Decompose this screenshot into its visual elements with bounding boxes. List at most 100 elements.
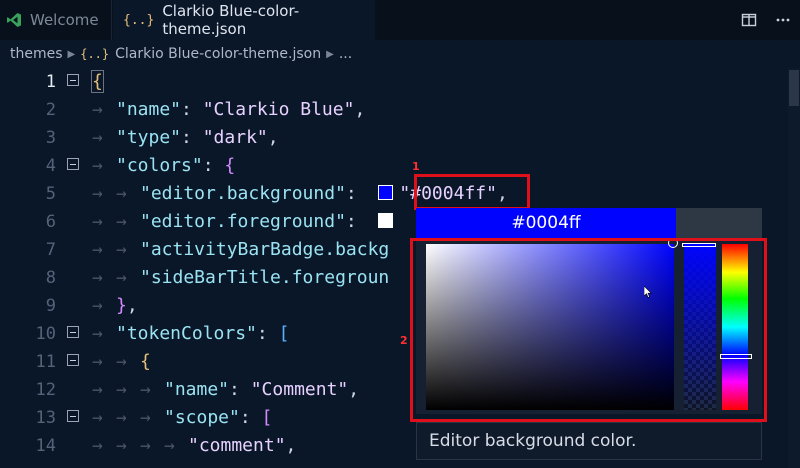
tab-bar: Welcome {..} Clarkio Blue-color-theme.js…: [0, 0, 800, 40]
code-key: "editor.foreground": [140, 211, 346, 232]
fold-toggle[interactable]: [67, 158, 79, 170]
breadcrumb-folder[interactable]: themes: [10, 46, 63, 62]
indent-guide: →: [164, 435, 175, 456]
indent-guide: →: [116, 267, 127, 288]
line-number: 11: [35, 352, 56, 372]
code-string: "comment": [188, 435, 286, 456]
line-number: 3: [45, 128, 56, 148]
line-number: 1: [45, 72, 56, 92]
indent-guide: →: [92, 155, 103, 176]
indent-guide: →: [92, 295, 103, 316]
line-number: 14: [35, 436, 56, 456]
code-brace: {: [91, 70, 104, 93]
indent-guide: →: [92, 127, 103, 148]
scrollbar-thumb[interactable]: [789, 70, 799, 106]
code-key: "sideBarTitle.foregroun: [140, 267, 390, 288]
code-punct: :: [229, 379, 251, 400]
split-editor-button[interactable]: [732, 0, 766, 40]
fold-toggle[interactable]: [67, 326, 79, 338]
code-punct: ,: [285, 435, 297, 456]
vertical-scrollbar[interactable]: [788, 68, 800, 468]
indent-guide: →: [116, 379, 127, 400]
indent-guide: →: [92, 267, 103, 288]
annotation-box-2: [410, 238, 767, 422]
hover-description: Editor background color.: [416, 422, 762, 460]
original-color-preview[interactable]: [676, 208, 762, 238]
code-punct: ,: [126, 295, 138, 316]
tab-welcome[interactable]: Welcome: [0, 0, 112, 40]
chevron-right-icon: ▶: [67, 48, 76, 60]
code-key: "name": [164, 379, 230, 400]
indent-guide: →: [116, 435, 127, 456]
indent-guide: →: [92, 379, 103, 400]
line-number: 5: [45, 184, 56, 204]
code-key: "editor.background": [140, 183, 346, 204]
line-number: 10: [35, 324, 56, 344]
indent-guide: →: [92, 239, 103, 260]
code-string: "Clarkio Blue": [202, 99, 355, 120]
indent-guide: →: [116, 183, 127, 204]
code-punct: :: [345, 211, 379, 232]
code-line: 4 → "colors": {: [0, 152, 788, 180]
breadcrumb-more[interactable]: ...: [339, 46, 352, 62]
indent-guide: →: [140, 407, 151, 428]
indent-guide: →: [116, 351, 127, 372]
color-picker-header: #0004ff: [416, 208, 762, 238]
line-number: 12: [35, 380, 56, 400]
code-key: "name": [116, 99, 182, 120]
line-number: 7: [45, 240, 56, 260]
tab-welcome-label: Welcome: [30, 11, 99, 29]
json-braces-icon: {..}: [80, 47, 110, 61]
fold-toggle[interactable]: [67, 354, 79, 366]
indent-guide: →: [92, 351, 103, 372]
ellipsis-icon: [776, 18, 790, 22]
color-swatch-white[interactable]: [378, 213, 394, 228]
code-line: 1 {: [0, 68, 788, 96]
tab-active-label: Clarkio Blue-color-theme.json: [162, 2, 300, 38]
code-key: "colors": [116, 155, 203, 176]
more-actions-button[interactable]: [766, 0, 800, 40]
annotation-label-2: 2: [400, 334, 408, 347]
color-value-preview[interactable]: #0004ff: [416, 208, 676, 238]
code-punct: ,: [348, 379, 360, 400]
code-punct: ,: [354, 99, 366, 120]
indent-guide: →: [92, 323, 103, 344]
code-line: 2 → "name": "Clarkio Blue",: [0, 96, 788, 124]
indent-guide: →: [116, 407, 127, 428]
indent-guide: →: [140, 379, 151, 400]
annotation-box-1: [414, 174, 530, 210]
json-braces-icon: {..}: [123, 12, 155, 28]
code-key: "activityBarBadge.backg: [140, 239, 390, 260]
line-number: 2: [45, 100, 56, 120]
split-editor-icon: [741, 13, 757, 27]
code-brace: {: [224, 155, 236, 176]
fold-toggle[interactable]: [67, 74, 79, 86]
line-number: 6: [45, 212, 56, 232]
code-key: "tokenColors": [116, 323, 257, 344]
code-punct: :: [181, 127, 203, 148]
code-bracket: [: [278, 323, 290, 344]
code-string: "Comment": [250, 379, 349, 400]
code-line: 3 → "type": "dark",: [0, 124, 788, 152]
fold-toggle[interactable]: [67, 410, 79, 422]
color-swatch-blue[interactable]: [378, 185, 394, 200]
tab-color-theme-json[interactable]: {..} Clarkio Blue-color-theme.json: [113, 0, 375, 40]
chevron-right-icon: ▶: [326, 48, 334, 60]
code-punct: :: [345, 183, 379, 204]
code-string: "dark": [202, 127, 268, 148]
indent-guide: →: [92, 435, 103, 456]
breadcrumb: themes ▶ {..} Clarkio Blue-color-theme.j…: [0, 40, 800, 68]
code-punct: :: [181, 99, 203, 120]
indent-guide: →: [92, 99, 103, 120]
code-key: "type": [116, 127, 182, 148]
editor-actions: [732, 0, 800, 40]
code-key: "scope": [164, 407, 240, 428]
code-punct: ,: [267, 127, 279, 148]
indent-guide: →: [116, 239, 127, 260]
line-number: 13: [35, 408, 56, 428]
annotation-label-1: 1: [412, 160, 420, 173]
line-number: 4: [45, 156, 56, 176]
line-number: 9: [45, 296, 56, 316]
indent-guide: →: [92, 211, 103, 232]
breadcrumb-file[interactable]: Clarkio Blue-color-theme.json: [115, 46, 321, 62]
